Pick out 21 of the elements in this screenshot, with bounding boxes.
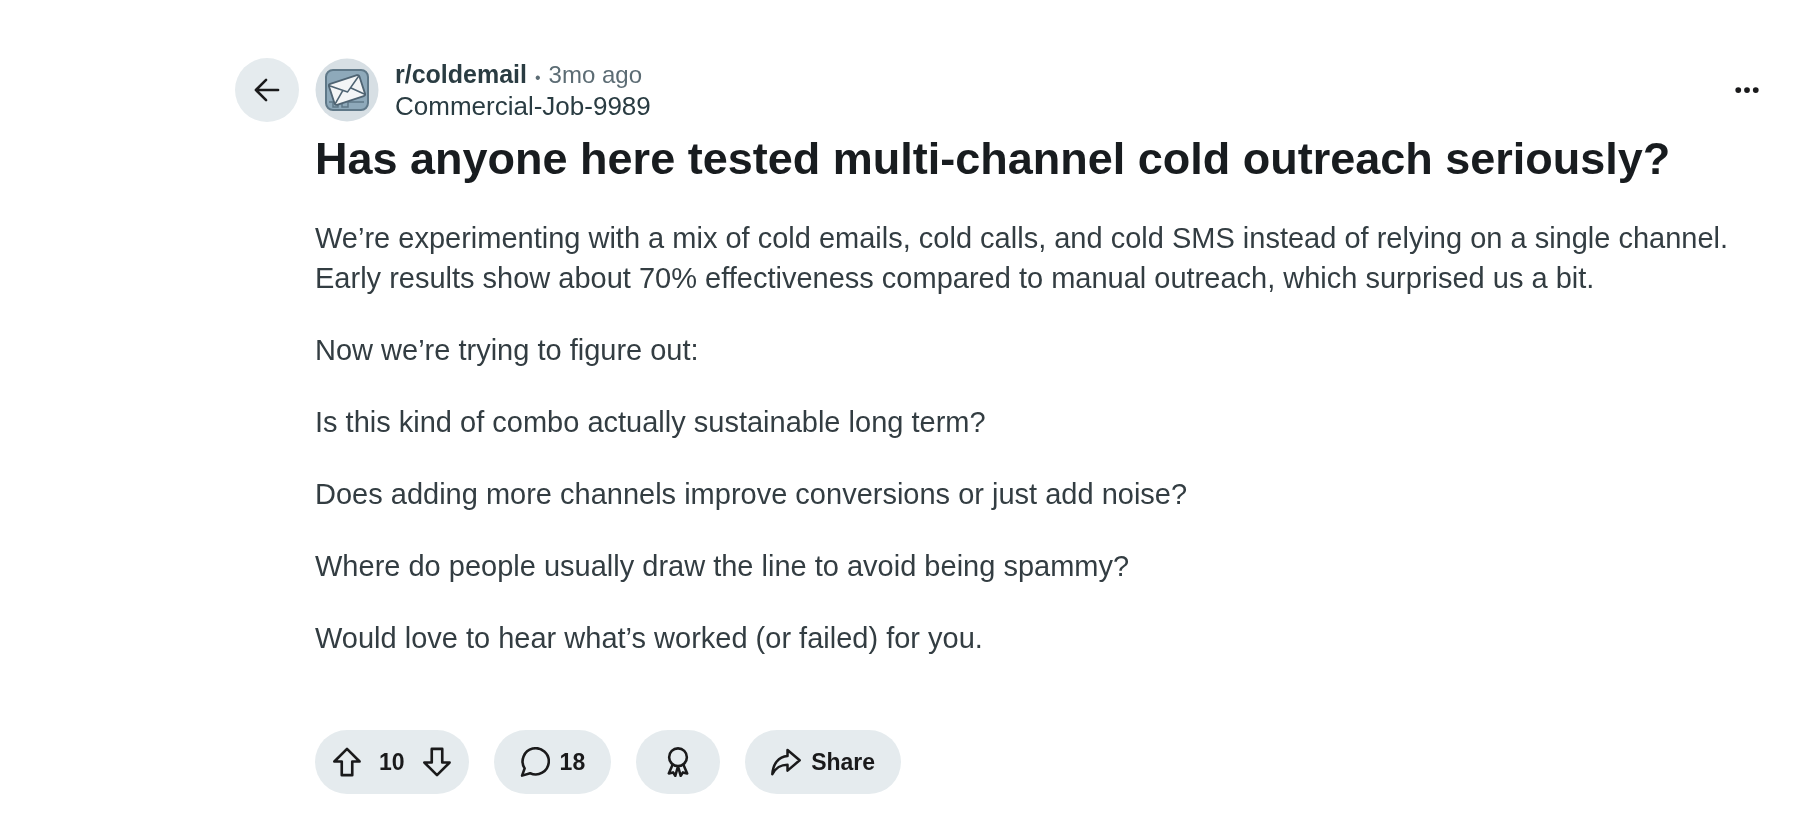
arrow-left-icon — [254, 78, 280, 102]
share-arrow-icon — [771, 747, 802, 777]
body-paragraph: Does adding more channels improve conversions or just add noise? — [315, 477, 1189, 512]
vote-score: 10 — [379, 748, 405, 776]
body-paragraph: Is this kind of combo actually sustainable long term? — [315, 405, 987, 440]
body-paragraph: Where do people usually draw the line to avoid being spammy? — [315, 549, 1131, 584]
downvote-icon[interactable] — [422, 747, 451, 777]
upvote-icon[interactable] — [333, 747, 361, 777]
speech-bubble-icon — [519, 747, 550, 777]
comments-button[interactable]: 18 — [493, 730, 612, 794]
share-button[interactable]: Share — [745, 730, 902, 794]
ellipsis-icon[interactable] — [1735, 87, 1759, 93]
body-paragraph: Now we’re trying to figure out: — [315, 333, 700, 368]
body-paragraph: Would love to hear what’s worked (or failed) for you. — [315, 621, 984, 656]
body-paragraph: We’re experimenting with a mix of cold emails, cold calls, and cold SMS instead of relying on a single channel. Early results show about 70% effectiveness compared to manual outreach, which surprised us a bit. — [315, 221, 1730, 296]
subreddit-name[interactable]: r/coldemail — [395, 59, 527, 89]
post-time: 3mo ago — [548, 59, 642, 89]
post-title: Has anyone here tested multi-channel cold outreach seriously? — [315, 134, 1672, 184]
author-name[interactable]: Commercial-Job-9989 — [395, 91, 651, 121]
separator-dot: • — [535, 68, 541, 87]
envelope-avatar-icon — [315, 58, 379, 122]
